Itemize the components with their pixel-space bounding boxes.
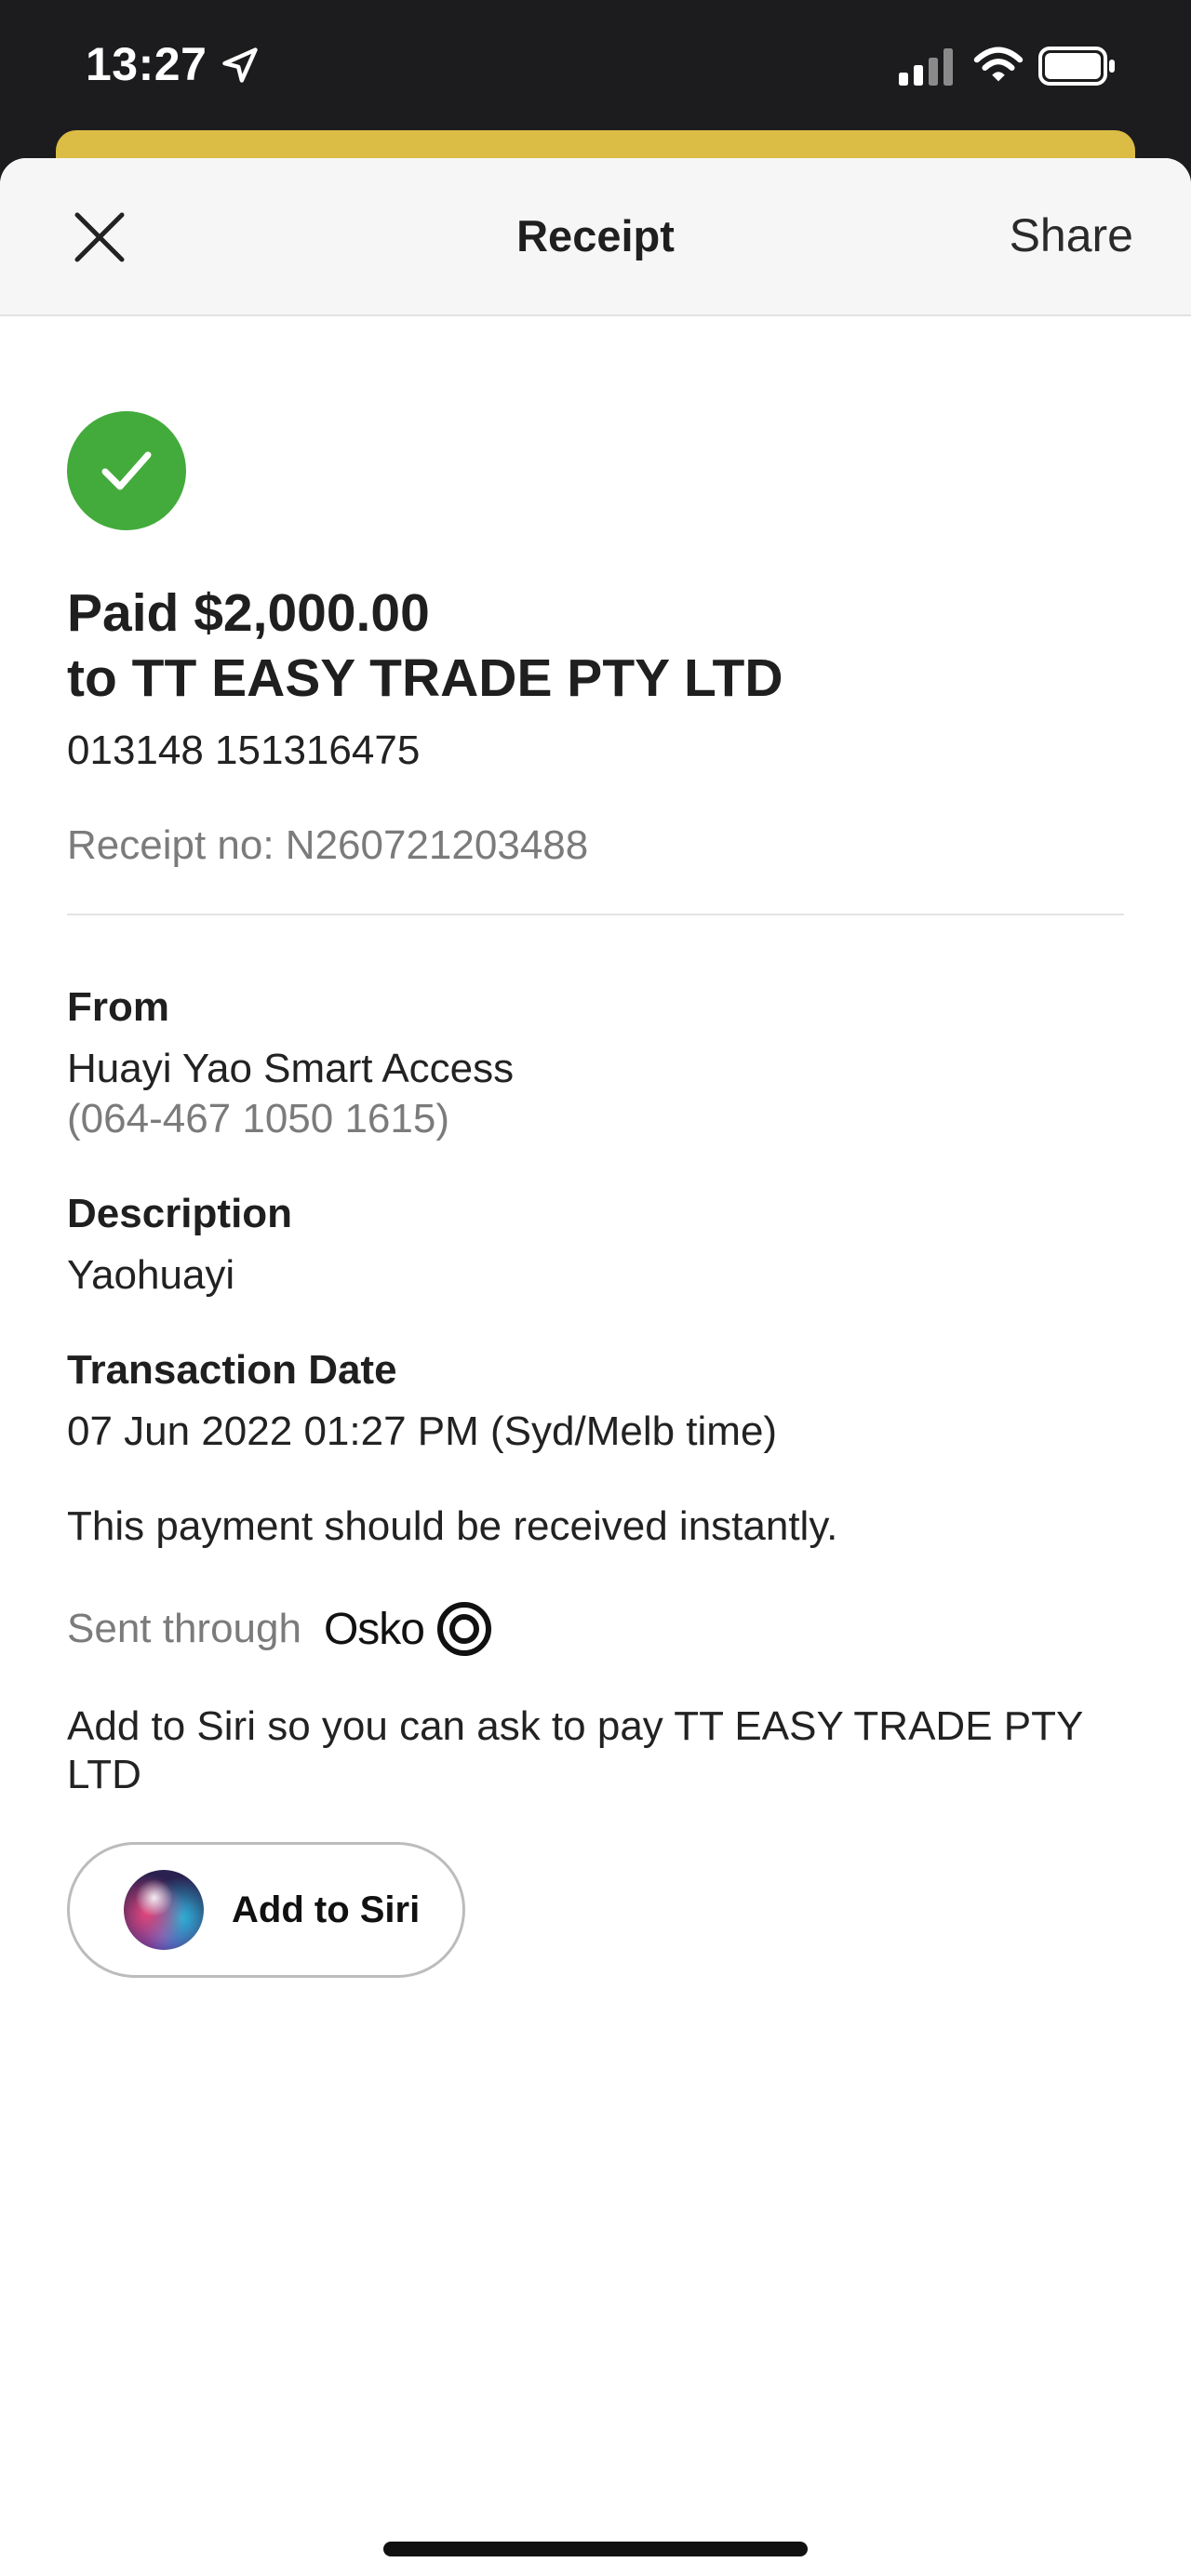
from-account-number: (064-467 1050 1615)	[67, 1096, 449, 1141]
paid-amount: Paid $2,000.00	[67, 583, 430, 643]
wifi-icon	[973, 47, 1024, 82]
instant-payment-note: This payment should be received instantl…	[67, 1503, 838, 1549]
siri-prompt: Add to Siri so you can ask to pay TT EAS…	[67, 1703, 1083, 1797]
from-account-name: Huayi Yao Smart Access	[67, 1046, 515, 1091]
location-arrow-icon	[222, 47, 258, 83]
receipt-sheet: Receipt Share Paid $2,000.00 to TT EASY …	[0, 158, 1191, 2576]
payee-name: to TT EASY TRADE PTY LTD	[67, 648, 783, 708]
transaction-date-label: Transaction Date	[67, 1347, 397, 1393]
siri-icon	[124, 1870, 204, 1950]
payee-account: 013148 151316475	[67, 727, 421, 773]
status-time: 13:27	[86, 38, 207, 90]
osko-logo: Osko	[324, 1600, 493, 1658]
home-indicator[interactable]	[383, 2542, 808, 2556]
add-to-siri-button[interactable]: Add to Siri	[67, 1842, 465, 1978]
sent-through-label: Sent through	[67, 1606, 301, 1651]
from-label: From	[67, 984, 169, 1030]
divider	[67, 914, 1124, 915]
cellular-signal-icon	[899, 48, 953, 86]
battery-icon	[1038, 47, 1115, 86]
transaction-date-value: 07 Jun 2022 01:27 PM (Syd/Melb time)	[67, 1408, 778, 1454]
osko-icon	[437, 1602, 491, 1656]
description-value: Yaohuayi	[67, 1252, 235, 1298]
navigation-bar: Receipt Share	[0, 158, 1191, 316]
checkmark-icon	[101, 451, 152, 490]
osko-name: Osko	[323, 1604, 425, 1654]
status-bar: 13:27	[0, 0, 1191, 140]
share-button[interactable]: Share	[1010, 208, 1133, 262]
receipt-number: Receipt no: N260721203488	[67, 822, 589, 868]
sent-through-row: Sent through Osko	[67, 1598, 493, 1660]
checkmark-circle-icon	[67, 411, 186, 530]
add-to-siri-label: Add to Siri	[232, 1889, 421, 1930]
description-label: Description	[67, 1191, 293, 1236]
